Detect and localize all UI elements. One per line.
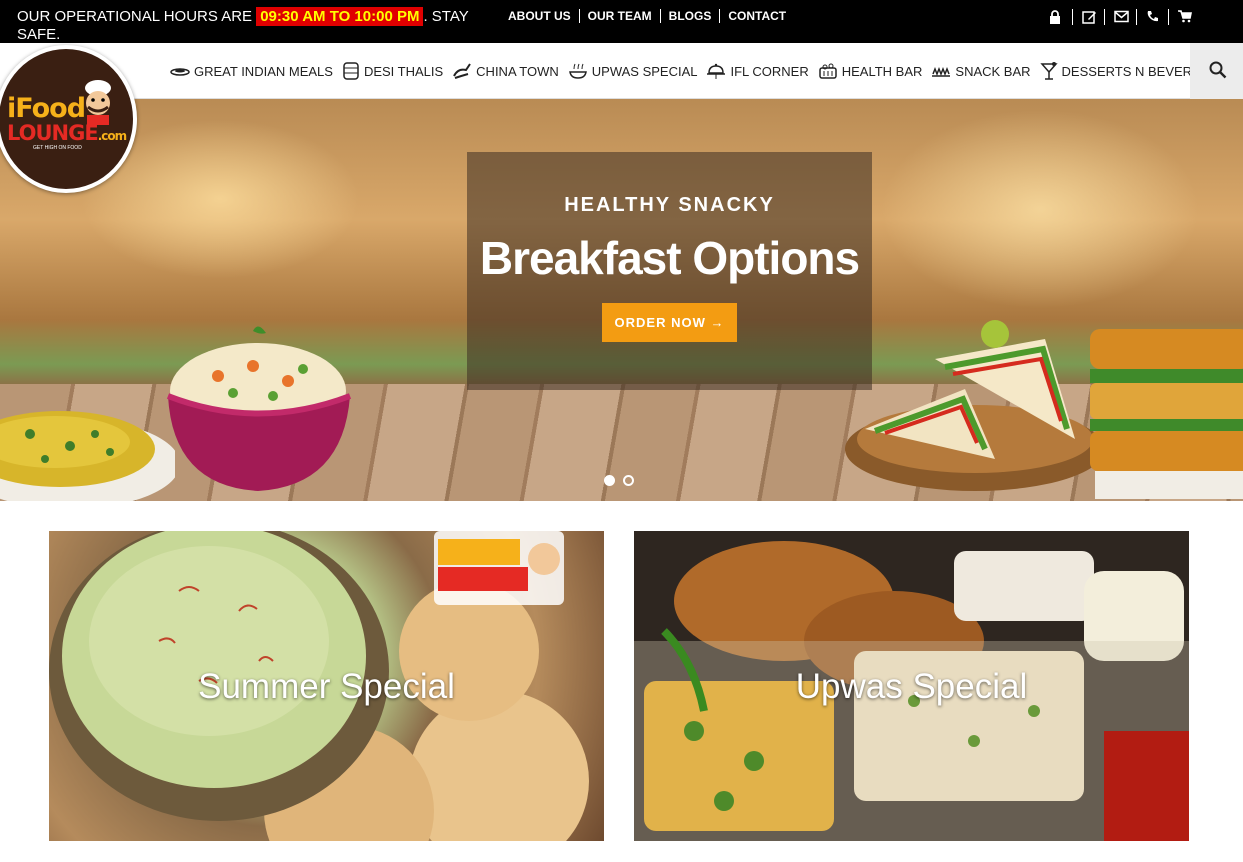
nav-item-label: DESSERTS N BEVERAG xyxy=(1061,63,1190,79)
order-now-button[interactable]: ORDER NOW → xyxy=(601,303,738,342)
phone-icon[interactable] xyxy=(1136,9,1168,25)
nav-item-great-indian-meals[interactable]: GREAT INDIAN MEALS xyxy=(170,64,333,79)
cloche-icon xyxy=(707,63,726,79)
logo-domain: .com xyxy=(97,129,127,143)
card-label: Upwas Special xyxy=(795,667,1028,706)
nav-item-desi-thalis[interactable]: DESI THALIS xyxy=(342,61,443,81)
top-links: ABOUT US OUR TEAM BLOGS CONTACT xyxy=(500,9,794,23)
hours-prefix: OUR OPERATIONAL HOURS ARE xyxy=(17,8,253,25)
poha-plate-image xyxy=(0,411,175,501)
hero-caption: HEALTHY SNACKY Breakfast Options ORDER N… xyxy=(467,152,872,390)
edit-icon[interactable] xyxy=(1072,9,1104,25)
nav-items: GREAT INDIAN MEALS DESI THALIS CHINA TOW… xyxy=(170,43,1190,99)
slider-dots xyxy=(604,475,642,486)
nav-item-health-bar[interactable]: HEALTH BAR xyxy=(818,62,923,80)
nav-item-label: IFL CORNER xyxy=(730,63,809,79)
summer-special-card[interactable]: Summer Special xyxy=(49,531,604,841)
lock-icon[interactable] xyxy=(1040,9,1072,25)
nav-item-label: CHINA TOWN xyxy=(476,63,559,79)
contact-link[interactable]: CONTACT xyxy=(719,9,794,23)
chopsticks-icon xyxy=(453,63,472,79)
plate-icon xyxy=(170,68,190,76)
chef-mascot-icon xyxy=(85,80,111,125)
top-icons xyxy=(1040,9,1200,25)
about-us-link[interactable]: ABOUT US xyxy=(500,9,579,23)
nav-item-desserts-n-beverages[interactable]: DESSERTS N BEVERAG xyxy=(1039,61,1190,81)
search-button[interactable] xyxy=(1190,43,1243,99)
dish-icon xyxy=(568,63,587,79)
upwas-special-card[interactable]: Upwas Special xyxy=(634,531,1189,841)
basket-icon xyxy=(818,63,837,79)
cart-icon[interactable] xyxy=(1168,9,1200,25)
cocktail-icon xyxy=(1039,62,1058,80)
slider-dot-1[interactable] xyxy=(604,475,615,486)
nav-item-upwas-special[interactable]: UPWAS SPECIAL xyxy=(568,62,698,80)
nav-item-label: UPWAS SPECIAL xyxy=(591,63,698,79)
thali-icon xyxy=(343,62,359,80)
sandwich-image xyxy=(845,320,1243,499)
blogs-link[interactable]: BLOGS xyxy=(659,9,720,23)
nav-item-snack-bar[interactable]: SNACK BAR xyxy=(931,63,1031,79)
hero-light xyxy=(880,109,1200,309)
logo-tagline: GET HIGH ON FOOD xyxy=(33,145,82,151)
card-watermark-logo-icon xyxy=(434,531,564,605)
nav-item-label: GREAT INDIAN MEALS xyxy=(194,63,333,79)
upma-bowl-image xyxy=(166,326,352,491)
hours-highlight: 09:30 AM TO 10:00 PM xyxy=(256,7,424,26)
slider-dot-2[interactable] xyxy=(623,475,634,486)
our-team-link[interactable]: OUR TEAM xyxy=(578,9,660,23)
logo-brand: LOUNGE xyxy=(7,121,99,145)
search-icon xyxy=(1209,61,1227,79)
snack-icon xyxy=(932,66,951,77)
logo-line1: iFood xyxy=(7,93,86,124)
operational-hours-notice: OUR OPERATIONAL HOURS ARE 09:30 AM TO 10… xyxy=(17,7,497,44)
nav-item-label: SNACK BAR xyxy=(955,63,1031,79)
hero-slider: HEALTHY SNACKY Breakfast Options ORDER N… xyxy=(0,99,1243,501)
top-bar: OUR OPERATIONAL HOURS ARE 09:30 AM TO 10… xyxy=(0,0,1243,43)
nav-item-label: DESI THALIS xyxy=(363,63,444,79)
site-logo[interactable]: iFood LOUNGE.com GET HIGH ON FOOD xyxy=(0,45,137,193)
hero-subtitle: HEALTHY SNACKY xyxy=(564,194,775,216)
nav-item-china-town[interactable]: CHINA TOWN xyxy=(452,62,559,80)
nav-item-ifl-corner[interactable]: IFL CORNER xyxy=(706,62,809,80)
nav-item-label: HEALTH BAR xyxy=(841,63,923,79)
logo-line2: LOUNGE.com xyxy=(7,121,127,145)
card-label: Summer Special xyxy=(198,667,455,706)
hero-title: Breakfast Options xyxy=(479,232,860,284)
mail-icon[interactable] xyxy=(1104,9,1136,25)
main-nav: GREAT INDIAN MEALS DESI THALIS CHINA TOW… xyxy=(0,43,1243,99)
